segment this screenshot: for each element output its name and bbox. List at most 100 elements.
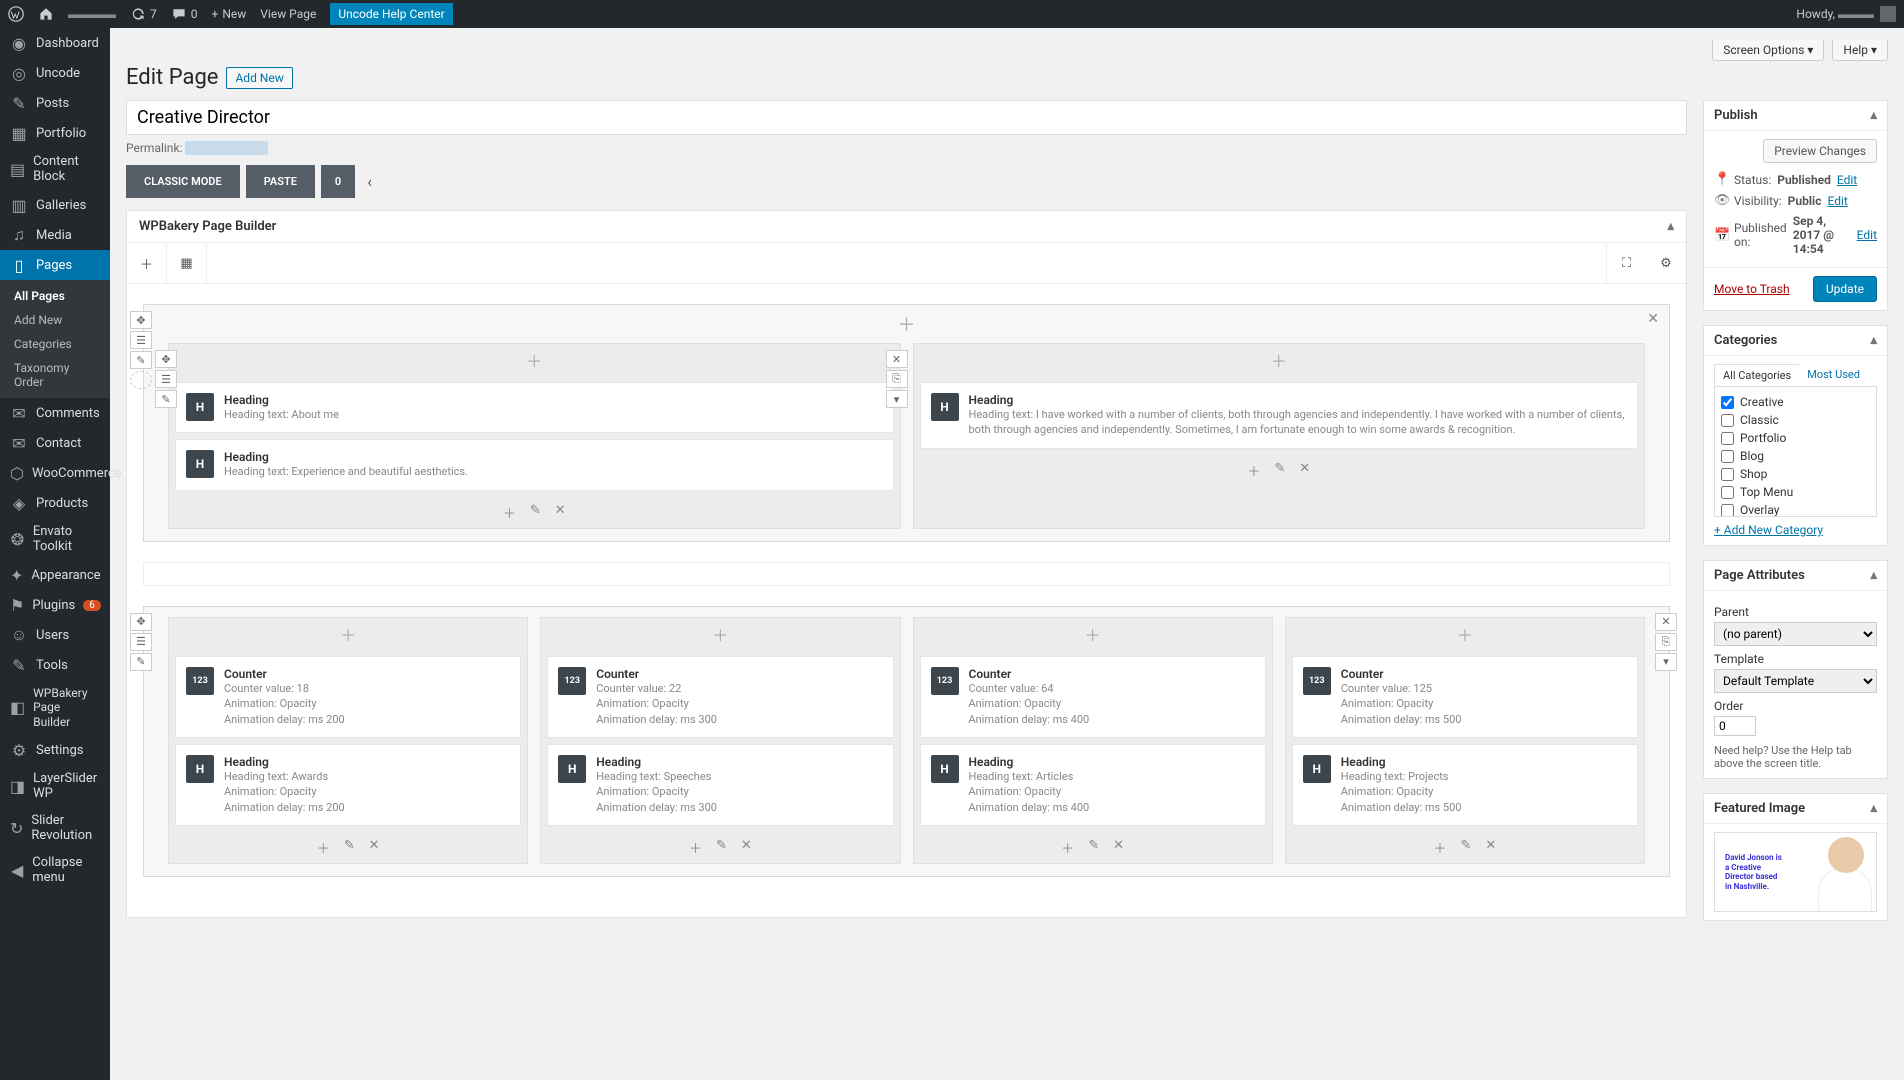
row-color-icon[interactable]	[130, 371, 152, 389]
paste-button[interactable]: PASTE	[246, 165, 315, 198]
tab-all-categories[interactable]: All Categories	[1714, 364, 1800, 386]
classic-mode-button[interactable]: CLASSIC MODE	[126, 165, 240, 198]
edit-icon[interactable]: ✎	[716, 838, 727, 857]
add-icon[interactable]: ＋	[1247, 461, 1260, 480]
sidebar-item-portfolio[interactable]: ▦Portfolio	[0, 118, 110, 148]
delete-icon[interactable]: ✕	[1485, 838, 1496, 857]
help-center-link[interactable]: Uncode Help Center	[330, 3, 452, 25]
settings-button[interactable]: ⚙	[1646, 243, 1686, 283]
revision-button[interactable]: 0	[321, 165, 355, 198]
sidebar-item-layerslider[interactable]: ◨LayerSlider WP	[0, 765, 110, 807]
toggle-icon[interactable]: ▴	[1870, 333, 1877, 348]
new-button[interactable]: + New	[212, 7, 247, 21]
row-add-button[interactable]: ＋✕	[144, 305, 1669, 343]
delete-icon[interactable]: ✕	[1299, 461, 1310, 480]
delete-icon[interactable]: ✕	[555, 503, 566, 522]
templates-button[interactable]: ▦	[167, 243, 207, 283]
col-add-button[interactable]: ＋	[169, 618, 527, 650]
col-add-button[interactable]: ＋	[914, 618, 1272, 650]
row-more-icon[interactable]: ▾	[1655, 653, 1677, 671]
col-add-button[interactable]: ＋	[914, 344, 1645, 376]
preview-changes-button[interactable]: Preview Changes	[1763, 139, 1877, 163]
add-icon[interactable]: ＋	[689, 838, 702, 857]
howdy-label[interactable]: Howdy, ▬▬▬	[1796, 7, 1874, 21]
add-new-button[interactable]: Add New	[226, 67, 292, 89]
sidebar-item-users[interactable]: ☺Users	[0, 620, 110, 650]
sidebar-sub-taxonomy[interactable]: Taxonomy Order	[0, 356, 110, 394]
comments-icon[interactable]: 0	[171, 6, 198, 22]
element-heading[interactable]: HHeadingHeading text: ProjectsAnimation:…	[1292, 744, 1638, 826]
edit-icon[interactable]: ✎	[344, 838, 355, 857]
tab-most-used[interactable]: Most Used	[1799, 364, 1868, 386]
add-new-category-link[interactable]: + Add New Category	[1714, 523, 1823, 537]
edit-date-link[interactable]: Edit	[1857, 228, 1877, 242]
view-page-link[interactable]: View Page	[260, 7, 316, 21]
sidebar-item-pages[interactable]: ▯Pages	[0, 250, 110, 280]
fullscreen-button[interactable]: ⛶	[1606, 243, 1646, 283]
sidebar-item-uncode[interactable]: ◎Uncode	[0, 58, 110, 88]
updates-icon[interactable]: 7	[130, 6, 157, 22]
element-heading[interactable]: H HeadingHeading text: Experience and be…	[175, 439, 894, 490]
category-item[interactable]: Shop	[1721, 465, 1870, 483]
delete-icon[interactable]: ✕	[1113, 838, 1124, 857]
user-avatar[interactable]	[1880, 6, 1896, 22]
sidebar-item-contact[interactable]: ✉Contact	[0, 428, 110, 458]
sidebar-item-comments[interactable]: ✉Comments	[0, 398, 110, 428]
col-edit-icon[interactable]: ✎	[155, 390, 177, 408]
row-edit-icon[interactable]: ✎	[130, 351, 152, 369]
sidebar-item-content-block[interactable]: ▤Content Block	[0, 148, 110, 190]
col-add-button[interactable]: ＋	[541, 618, 899, 650]
col-close-icon[interactable]: ✕	[886, 350, 908, 368]
sidebar-item-media[interactable]: ♫Media	[0, 220, 110, 250]
element-counter[interactable]: 123CounterCounter value: 64Animation: Op…	[920, 656, 1266, 738]
element-heading[interactable]: HHeadingHeading text: SpeechesAnimation:…	[547, 744, 893, 826]
move-to-trash-link[interactable]: Move to Trash	[1714, 282, 1790, 296]
element-counter[interactable]: 123CounterCounter value: 18Animation: Op…	[175, 656, 521, 738]
row-edit-icon[interactable]: ✎	[130, 653, 152, 671]
col-layout-icon[interactable]: ☰	[155, 370, 177, 388]
row-move-icon[interactable]: ✥	[130, 613, 152, 631]
row-close-icon[interactable]: ✕	[1655, 613, 1677, 631]
permalink-url[interactable]	[185, 141, 268, 155]
add-icon[interactable]: ＋	[1433, 838, 1446, 857]
row-close-icon[interactable]: ✕	[1647, 311, 1659, 327]
element-heading[interactable]: H HeadingHeading text: I have worked wit…	[920, 382, 1639, 449]
edit-icon[interactable]: ✎	[1460, 838, 1471, 857]
sidebar-item-wpbakery[interactable]: ◧WPBakery Page Builder	[0, 680, 110, 735]
element-heading[interactable]: HHeadingHeading text: AwardsAnimation: O…	[175, 744, 521, 826]
add-icon[interactable]: ＋	[1061, 838, 1074, 857]
edit-icon[interactable]: ✎	[1274, 461, 1285, 480]
sidebar-item-plugins[interactable]: ⚑Plugins 6	[0, 590, 110, 620]
sidebar-item-slider-revolution[interactable]: ↻Slider Revolution	[0, 807, 110, 849]
toggle-icon[interactable]: ▴	[1870, 801, 1877, 816]
builder-spacer[interactable]	[143, 562, 1670, 586]
category-item[interactable]: Portfolio	[1721, 429, 1870, 447]
site-name[interactable]: ▬▬▬▬	[68, 7, 116, 21]
edit-status-link[interactable]: Edit	[1837, 173, 1857, 187]
toggle-icon[interactable]: ▴	[1870, 108, 1877, 123]
sidebar-item-dashboard[interactable]: ◉Dashboard	[0, 28, 110, 58]
category-item[interactable]: Top Menu	[1721, 483, 1870, 501]
sidebar-item-collapse[interactable]: ◀Collapse menu	[0, 849, 110, 891]
col-clone-icon[interactable]: ⎘	[886, 370, 908, 388]
col-add-button[interactable]: ＋	[169, 344, 900, 376]
add-element-button[interactable]: ＋	[127, 243, 167, 283]
sidebar-sub-categories[interactable]: Categories	[0, 332, 110, 356]
sidebar-item-products[interactable]: ◈Products	[0, 488, 110, 518]
screen-options-button[interactable]: Screen Options ▾	[1712, 40, 1824, 61]
home-icon[interactable]	[38, 6, 54, 22]
categories-list[interactable]: Creative Classic Portfolio Blog Shop Top…	[1714, 387, 1877, 517]
add-icon[interactable]: ＋	[503, 503, 516, 522]
help-button[interactable]: Help ▾	[1832, 40, 1888, 61]
edit-icon[interactable]: ✎	[1088, 838, 1099, 857]
toggle-icon[interactable]: ▴	[1870, 568, 1877, 583]
row-layout-icon[interactable]: ☰	[130, 633, 152, 651]
delete-icon[interactable]: ✕	[741, 838, 752, 857]
element-counter[interactable]: 123CounterCounter value: 22Animation: Op…	[547, 656, 893, 738]
element-counter[interactable]: 123CounterCounter value: 125Animation: O…	[1292, 656, 1638, 738]
add-icon[interactable]: ＋	[317, 838, 330, 857]
panel-toggle-icon[interactable]: ▴	[1667, 219, 1674, 234]
parent-select[interactable]: (no parent)	[1714, 622, 1877, 646]
sidebar-sub-all-pages[interactable]: All Pages	[0, 284, 110, 308]
chevron-left-icon[interactable]: ‹	[361, 172, 378, 191]
